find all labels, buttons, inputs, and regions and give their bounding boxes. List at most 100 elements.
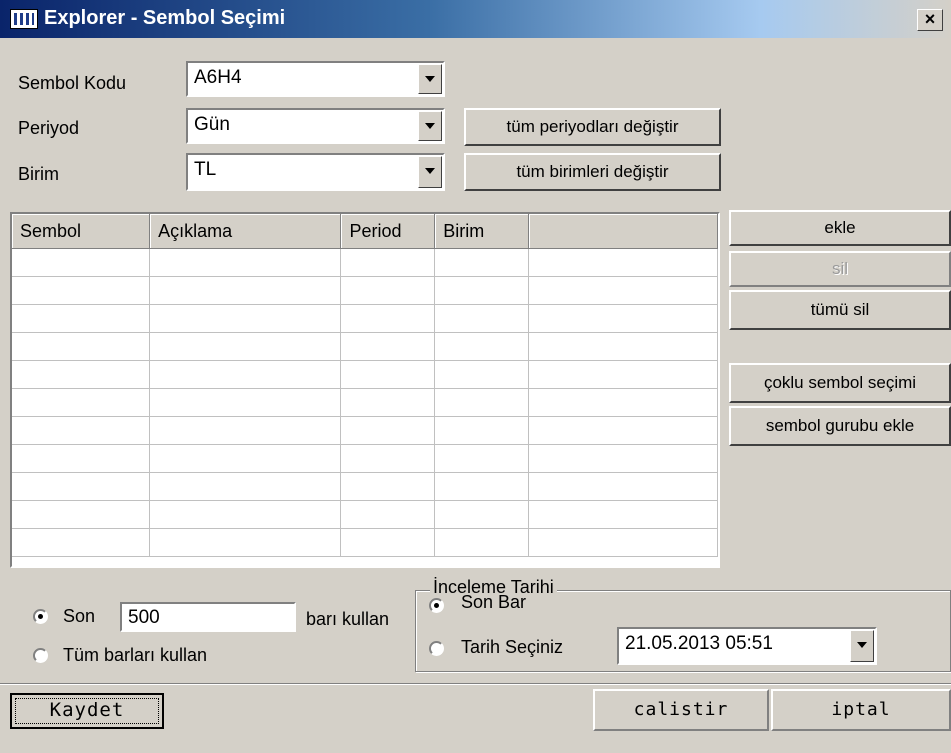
table-cell — [340, 360, 436, 389]
add-button[interactable]: ekle — [729, 210, 951, 246]
table-cell — [340, 248, 436, 277]
table-row[interactable] — [12, 360, 718, 389]
table-cell — [149, 416, 342, 445]
app-icon — [10, 9, 38, 29]
table-cell — [528, 248, 718, 277]
period-label: Periyod — [18, 118, 80, 138]
table-cell — [434, 388, 529, 417]
table-cell — [149, 472, 342, 501]
period-value: Gün — [194, 114, 230, 135]
unit-combo[interactable]: TL — [186, 153, 445, 191]
symbol-table[interactable]: Sembol Açıklama Period Birim — [10, 212, 720, 568]
date-picker[interactable]: 21.05.2013 05:51 — [617, 627, 877, 665]
table-cell — [340, 500, 436, 529]
all-bars-label: Tüm barları kullan — [63, 645, 208, 665]
table-cell — [340, 472, 436, 501]
table-cell — [434, 248, 529, 277]
table-cell — [12, 332, 151, 361]
chevron-down-icon[interactable] — [850, 630, 874, 662]
title-bar: Explorer - Sembol Seçimi × — [0, 0, 951, 38]
unit-value: TL — [194, 159, 217, 180]
table-cell — [12, 472, 151, 501]
table-row[interactable] — [12, 472, 718, 501]
chevron-down-icon[interactable] — [418, 64, 442, 94]
table-row[interactable] — [12, 304, 718, 333]
chevron-down-icon[interactable] — [418, 111, 442, 141]
table-cell — [340, 444, 436, 473]
table-cell — [528, 444, 718, 473]
table-cell — [12, 248, 151, 277]
table-cell — [149, 276, 342, 305]
multi-symbol-select-button[interactable]: çoklu sembol seçimi — [729, 363, 951, 403]
table-cell — [12, 304, 151, 333]
table-cell — [12, 444, 151, 473]
table-cell — [12, 360, 151, 389]
table-cell — [434, 360, 529, 389]
all-bars-radio[interactable] — [33, 648, 48, 663]
change-all-periods-button[interactable]: tüm periyodları değiştir — [464, 108, 721, 146]
table-cell — [340, 416, 436, 445]
table-row[interactable] — [12, 528, 718, 557]
table-cell — [434, 444, 529, 473]
table-row[interactable] — [12, 444, 718, 473]
table-cell — [340, 388, 436, 417]
last-bars-label: Son — [63, 606, 96, 626]
close-button[interactable]: × — [917, 9, 943, 31]
table-cell — [12, 276, 151, 305]
add-symbol-group-button[interactable]: sembol gurubu ekle — [729, 406, 951, 446]
table-cell — [434, 416, 529, 445]
unit-label: Birim — [18, 164, 59, 184]
chevron-down-icon[interactable] — [418, 156, 442, 188]
table-cell — [12, 388, 151, 417]
delete-button[interactable]: sil — [729, 251, 951, 287]
table-header-row: Sembol Açıklama Period Birim — [12, 214, 718, 249]
period-combo[interactable]: Gün — [186, 108, 445, 144]
table-cell — [528, 276, 718, 305]
save-button[interactable]: Kaydet — [10, 693, 164, 729]
last-bar-label: Son Bar — [461, 592, 527, 612]
footer-separator-highlight — [0, 684, 951, 685]
run-button[interactable]: calistir — [593, 689, 769, 731]
table-cell — [149, 500, 342, 529]
table-cell — [149, 332, 342, 361]
table-cell — [149, 360, 342, 389]
choose-date-radio[interactable] — [429, 641, 444, 656]
table-cell — [12, 416, 151, 445]
table-cell — [340, 332, 436, 361]
table-cell — [434, 472, 529, 501]
table-cell — [149, 528, 342, 557]
column-header-unit[interactable]: Birim — [434, 214, 529, 249]
table-cell — [149, 248, 342, 277]
table-cell — [434, 276, 529, 305]
column-header-symbol[interactable]: Sembol — [12, 214, 151, 249]
table-cell — [528, 360, 718, 389]
last-bars-radio[interactable] — [33, 609, 48, 624]
choose-date-label: Tarih Seçiniz — [461, 637, 564, 657]
table-cell — [434, 500, 529, 529]
symbol-code-label: Sembol Kodu — [18, 73, 127, 93]
table-cell — [528, 500, 718, 529]
table-row[interactable] — [12, 332, 718, 361]
column-header-extra — [528, 214, 718, 249]
table-cell — [12, 528, 151, 557]
last-bar-radio[interactable] — [429, 598, 444, 613]
table-row[interactable] — [12, 276, 718, 305]
table-row[interactable] — [12, 416, 718, 445]
cancel-button[interactable]: iptal — [771, 689, 951, 731]
table-row[interactable] — [12, 388, 718, 417]
column-header-period[interactable]: Period — [340, 214, 436, 249]
symbol-code-value: A6H4 — [194, 67, 242, 88]
column-header-description[interactable]: Açıklama — [149, 214, 342, 249]
delete-all-button[interactable]: tümü sil — [729, 290, 951, 330]
table-cell — [340, 276, 436, 305]
table-cell — [528, 416, 718, 445]
table-cell — [434, 528, 529, 557]
table-row[interactable] — [12, 248, 718, 277]
bar-count-value: 500 — [128, 607, 160, 628]
table-cell — [528, 472, 718, 501]
change-all-units-button[interactable]: tüm birimleri değiştir — [464, 153, 721, 191]
symbol-code-combo[interactable]: A6H4 — [186, 61, 445, 97]
table-row[interactable] — [12, 500, 718, 529]
bar-count-input[interactable]: 500 — [120, 602, 296, 632]
table-cell — [528, 304, 718, 333]
